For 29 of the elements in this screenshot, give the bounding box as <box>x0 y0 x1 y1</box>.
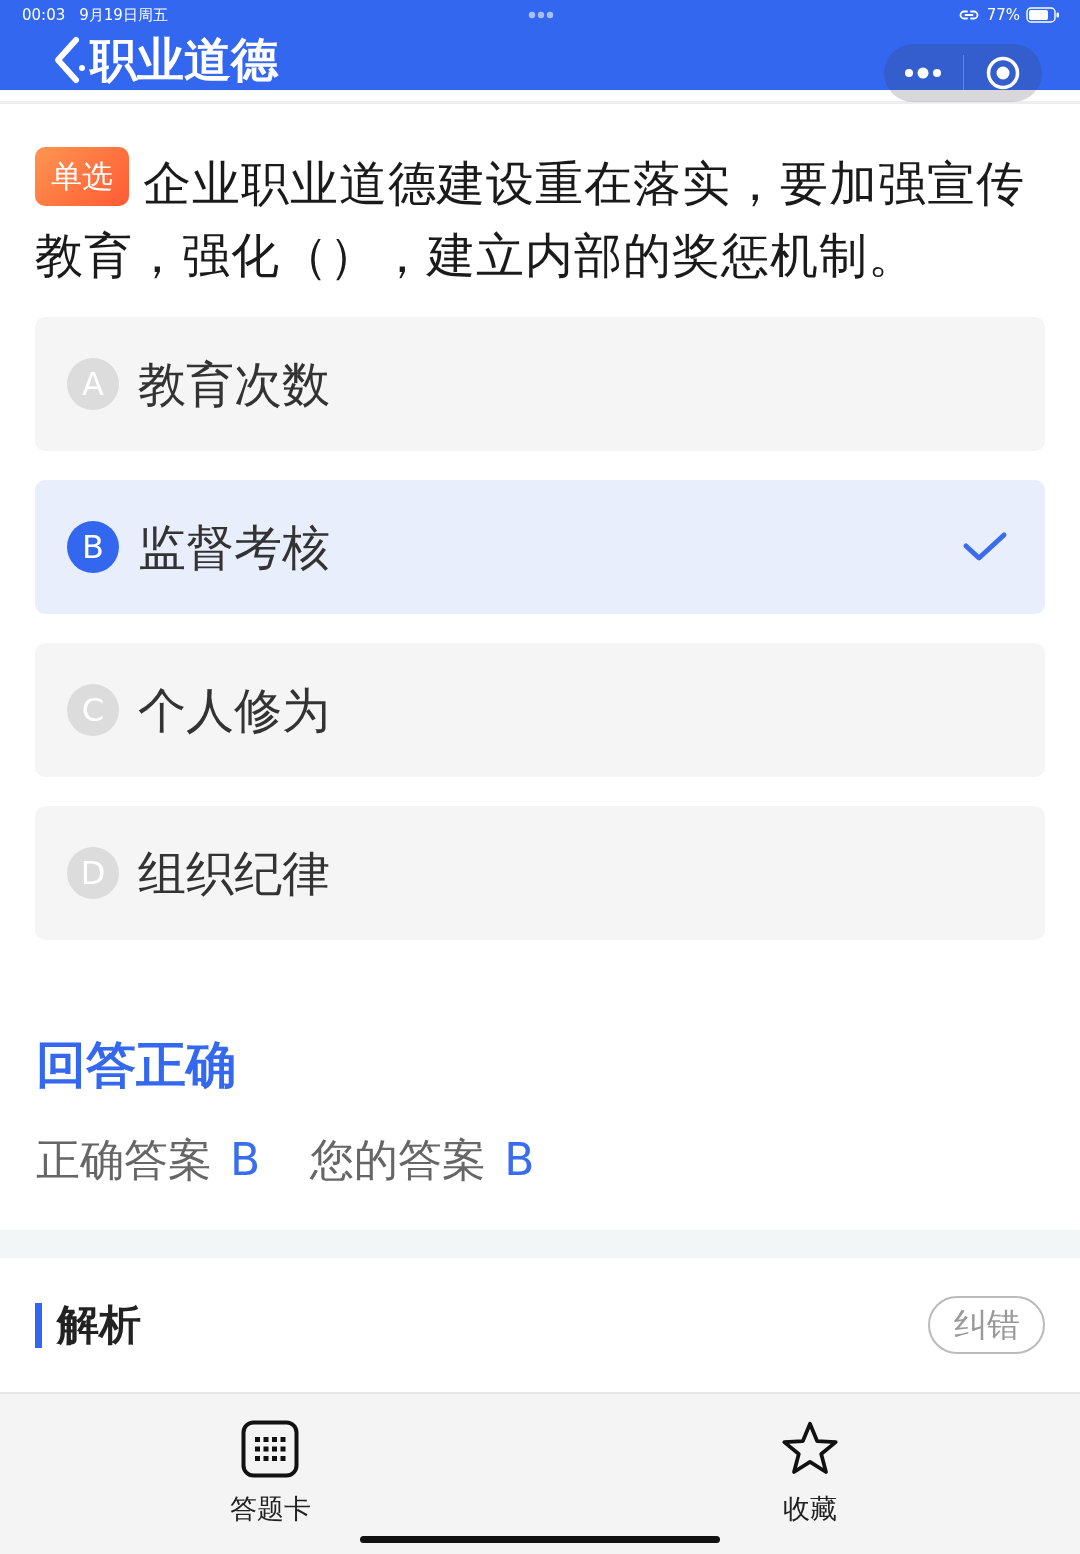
battery-percent: 77% <box>986 6 1020 24</box>
status-time: 00:03 <box>22 6 66 24</box>
link-icon <box>958 9 979 21</box>
question-text: 教育，强化（），建立内部的奖惩机制。 <box>35 226 917 285</box>
analysis-title: 解析 <box>57 1300 141 1350</box>
tab-bar-item[interactable]: 收藏 <box>781 1420 839 1525</box>
status-date: 9月19日周五 <box>79 6 168 24</box>
option-letter: B <box>67 521 119 573</box>
more-icon[interactable] <box>904 67 943 79</box>
circle-dot-icon[interactable] <box>985 56 1020 90</box>
question-type-tag: 单选 <box>35 147 129 206</box>
option-text: 个人修为 <box>138 681 330 740</box>
dots-icon <box>528 11 554 19</box>
accent-bar <box>35 1302 42 1348</box>
option-text: 组织纪律 <box>138 844 330 903</box>
result-title: 回答正确 <box>36 1035 236 1095</box>
page-title: 职业道德 <box>90 32 278 88</box>
answer-option[interactable]: B 监督考核 <box>35 480 1045 614</box>
battery-icon <box>1026 7 1060 23</box>
your-answer-label: 您的答案 <box>310 1135 487 1185</box>
tab-bar-item[interactable]: 答题卡 <box>229 1420 311 1525</box>
check-icon <box>962 531 1008 563</box>
your-answer-value: B <box>504 1135 535 1185</box>
option-text: 教育次数 <box>138 355 330 414</box>
option-text: 监督考核 <box>138 518 330 577</box>
correct-answer-label: 正确答案 <box>36 1135 212 1185</box>
correct-answer-value: B <box>230 1135 261 1185</box>
grid-icon <box>241 1420 299 1478</box>
question-text: 企业职业道德建设重在落实，要加强宣传 <box>143 154 1025 213</box>
